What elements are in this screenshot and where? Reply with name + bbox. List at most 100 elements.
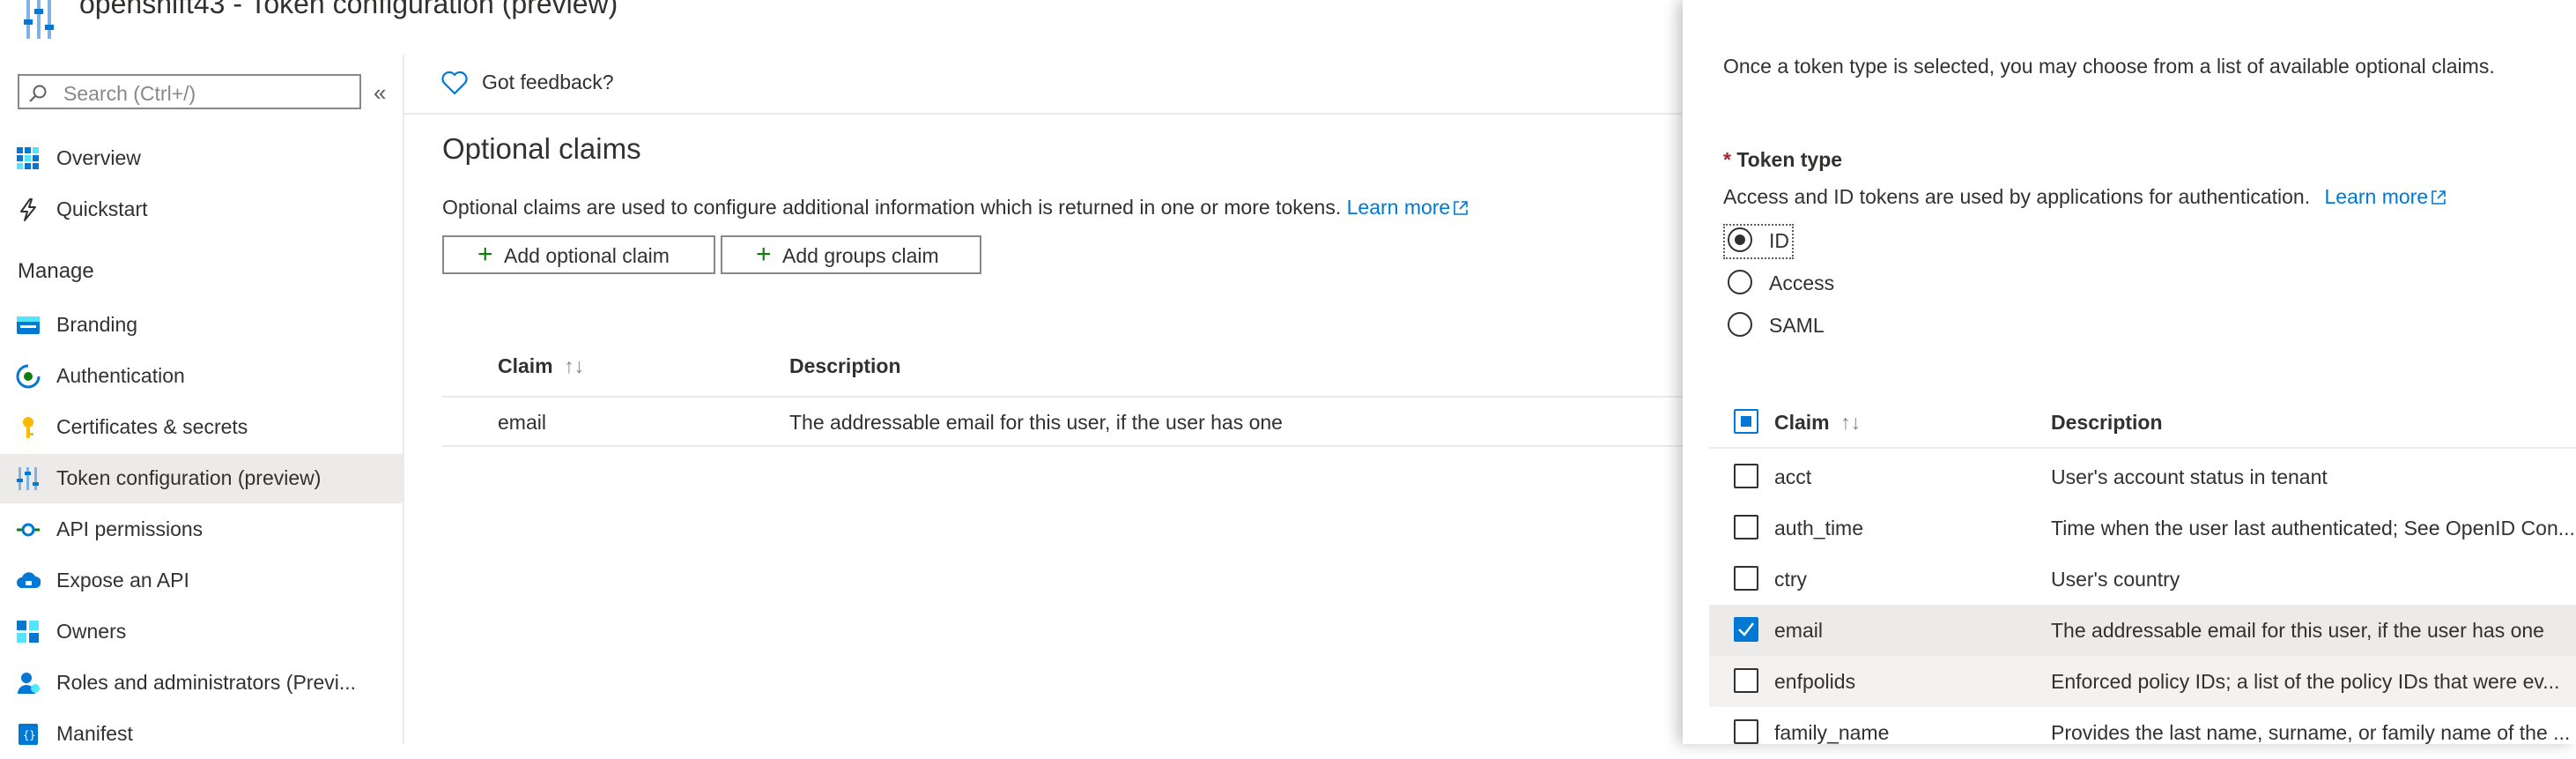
- panel-column-header-claim[interactable]: Claim ↑↓: [1774, 411, 1861, 435]
- external-link-icon: [2432, 190, 2446, 205]
- sidebar-item-label: Expose an API: [56, 569, 189, 592]
- cloud-icon: [17, 572, 41, 588]
- claim-name: ctry: [1774, 568, 1808, 591]
- sort-icon: ↑↓: [564, 354, 585, 377]
- claim-row-enfpolids[interactable]: enfpolids Enforced policy IDs; a list of…: [1709, 656, 2576, 707]
- token-type-description: Access and ID tokens are used by applica…: [1723, 185, 2447, 209]
- lightning-icon: [20, 198, 36, 221]
- radio-token-id[interactable]: [1728, 227, 1752, 252]
- external-link-icon: [1454, 201, 1469, 215]
- claim-checkbox[interactable]: [1734, 464, 1758, 488]
- sidebar-item-manifest[interactable]: {} Manifest: [0, 710, 403, 759]
- table-row-divider: [442, 445, 1683, 447]
- description-text: Optional claims are used to configure ad…: [442, 196, 1342, 219]
- claim-row-auth-time[interactable]: auth_time Time when the user last authen…: [1709, 502, 2576, 554]
- roles-icon: [18, 673, 40, 694]
- claim-checkbox[interactable]: [1734, 515, 1758, 539]
- column-header-description: Description: [789, 354, 901, 377]
- panel-intro-text: Once a token type is selected, you may c…: [1723, 55, 2495, 78]
- claim-checkbox[interactable]: [1734, 617, 1758, 642]
- sidebar-item-api-permissions[interactable]: API permissions: [0, 505, 403, 554]
- claim-name: family_name: [1774, 721, 1890, 744]
- claim-name: enfpolids: [1774, 670, 1856, 693]
- sidebar-item-label: Authentication: [56, 364, 185, 387]
- sidebar-item-token-configuration[interactable]: Token configuration (preview): [0, 454, 403, 503]
- owners-icon: [17, 621, 39, 643]
- svg-text:{}: {}: [23, 729, 35, 741]
- claim-row-family-name[interactable]: family_name Provides the last name, surn…: [1709, 707, 2576, 758]
- token-type-label-text: Token type: [1736, 148, 1843, 171]
- page-header-title: openshift43 - Token configuration (previ…: [79, 0, 618, 19]
- add-groups-claim-button[interactable]: + Add groups claim: [721, 235, 981, 274]
- sidebar-item-quickstart[interactable]: Quickstart: [0, 185, 403, 234]
- learn-more-link[interactable]: Learn more: [1347, 196, 1470, 219]
- column-header-label: Claim: [498, 354, 553, 377]
- claim-row-email[interactable]: email The addressable email for this use…: [1709, 605, 2576, 656]
- checkmark-icon: [1738, 622, 1754, 636]
- table-cell-description: The addressable email for this user, if …: [789, 411, 1283, 434]
- sidebar-item-roles-administrators[interactable]: Roles and administrators (Previ...: [0, 659, 403, 708]
- add-icon: +: [477, 240, 493, 269]
- required-mark: *: [1723, 148, 1731, 171]
- sidebar-item-label: Manifest: [56, 722, 133, 745]
- sidebar-item-certificates[interactable]: Certificates & secrets: [0, 403, 403, 452]
- app-token-config-icon: [23, 0, 60, 39]
- page-title: Optional claims: [442, 132, 641, 165]
- heart-icon: [441, 71, 468, 95]
- token-config-icon: [17, 467, 39, 490]
- search-input[interactable]: Search (Ctrl+/): [18, 74, 361, 109]
- feedback-label: Got feedback?: [482, 71, 614, 93]
- claim-description: User's country: [2051, 568, 2180, 591]
- collapse-sidebar-button[interactable]: «: [374, 79, 386, 107]
- sidebar-item-expose-api[interactable]: Expose an API: [0, 556, 403, 606]
- sidebar-item-label: Overview: [56, 146, 141, 169]
- key-icon: [23, 417, 33, 438]
- table-cell-claim: email: [498, 411, 546, 434]
- button-label: Add groups claim: [782, 244, 939, 267]
- add-optional-claim-button[interactable]: + Add optional claim: [442, 235, 715, 274]
- manifest-icon: {}: [19, 724, 38, 745]
- claim-description: Time when the user last authenticated; S…: [2051, 517, 2575, 539]
- claim-description: Enforced policy IDs; a list of the polic…: [2051, 670, 2560, 693]
- branding-icon: [17, 316, 40, 334]
- sidebar-item-branding[interactable]: Branding: [0, 301, 403, 350]
- radio-token-access[interactable]: [1728, 270, 1752, 294]
- sidebar-item-label: API permissions: [56, 517, 204, 540]
- radio-token-saml[interactable]: [1728, 312, 1752, 337]
- claim-description: The addressable email for this user, if …: [2051, 619, 2544, 642]
- panel-learn-more-link[interactable]: Learn more: [2325, 185, 2448, 208]
- table-header-divider: [442, 396, 1683, 398]
- radio-label-id: ID: [1769, 229, 1789, 252]
- radio-label-access: Access: [1769, 272, 1835, 294]
- add-icon: +: [756, 240, 772, 269]
- claim-name: acct: [1774, 465, 1812, 488]
- column-header-claim[interactable]: Claim ↑↓: [498, 354, 584, 378]
- claim-row-ctry[interactable]: ctry User's country: [1709, 554, 2576, 605]
- api-permissions-icon: [17, 523, 40, 537]
- page-description: Optional claims are used to configure ad…: [442, 196, 1469, 220]
- claim-checkbox[interactable]: [1734, 566, 1758, 591]
- panel-table-header-divider: [1709, 447, 2576, 449]
- search-icon: [29, 85, 47, 102]
- claim-name: auth_time: [1774, 517, 1864, 539]
- sidebar-item-label: Branding: [56, 313, 138, 336]
- button-label: Add optional claim: [504, 244, 670, 267]
- sidebar-item-owners[interactable]: Owners: [0, 607, 403, 657]
- sidebar-item-label: Roles and administrators (Previ...: [56, 671, 357, 694]
- radio-label-saml: SAML: [1769, 314, 1825, 337]
- claim-checkbox[interactable]: [1734, 719, 1758, 744]
- token-type-desc-text: Access and ID tokens are used by applica…: [1723, 185, 2311, 208]
- feedback-bar[interactable]: Got feedback?: [404, 55, 1682, 115]
- learn-more-label: Learn more: [2324, 185, 2429, 208]
- sort-icon: ↑↓: [1840, 411, 1862, 434]
- section-title-manage: Manage: [18, 259, 94, 283]
- panel-column-header-description: Description: [2051, 411, 2163, 434]
- search-placeholder: Search (Ctrl+/): [63, 82, 196, 105]
- sidebar-item-overview[interactable]: Overview: [0, 134, 403, 183]
- claim-checkbox[interactable]: [1734, 668, 1758, 693]
- authentication-icon: [16, 364, 41, 389]
- sidebar-item-label: Certificates & secrets: [56, 415, 248, 438]
- claim-row-acct[interactable]: acct User's account status in tenant: [1709, 451, 2576, 502]
- select-all-checkbox[interactable]: [1734, 409, 1758, 434]
- sidebar-item-authentication[interactable]: Authentication: [0, 352, 403, 401]
